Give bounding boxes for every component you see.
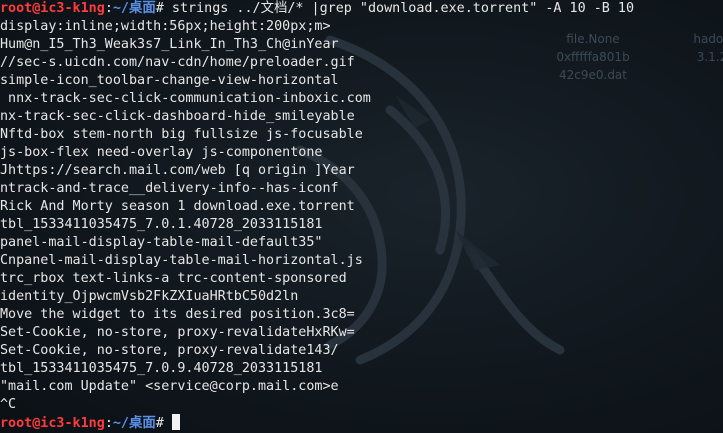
output-line: Rick And Morty season 1 download.exe.tor… [0, 199, 355, 214]
output-line: ^C [0, 397, 17, 412]
prompt-symbol: # [155, 1, 172, 16]
output-line: ntrack-and-trace__delivery-info--has-ico… [0, 181, 339, 196]
command-text: strings ../文档/* |grep "download.exe.torr… [171, 1, 635, 16]
terminal-window[interactable]: file.None 0xfffffa801b 42c9e0.dat hadoo … [0, 0, 723, 433]
output-line: display:inline;width:56px;height:200px;m… [0, 19, 331, 34]
prompt-user-host: root@ic3-k1ng [0, 1, 105, 16]
output-line: panel-mail-display-table-mail-default35" [0, 235, 323, 250]
output-line: Cnpanel-mail-display-table-mail-horizont… [0, 253, 363, 268]
output-line: js-box-flex need-overlay js-componentone [0, 145, 323, 160]
output-line: simple-icon_toolbar-change-view-horizont… [0, 73, 339, 88]
output-line: nnx-track-sec-click-communication-inboxi… [0, 91, 371, 106]
output-line: Move the widget to its desired position.… [0, 307, 355, 322]
prompt-separator: : [104, 1, 113, 16]
output-line: nx-track-sec-click-dashboard-hide_smiley… [0, 109, 355, 124]
output-line: tbl_1533411035475_7.0.1.40728_2033115181 [0, 217, 323, 232]
output-line: Set-Cookie, no-store, proxy-revalidate14… [0, 343, 339, 358]
output-line: Jhttps://search.mail.com/web [q origin ]… [0, 163, 355, 178]
output-line: trc_rbox text-links-a trc-content-sponso… [0, 271, 347, 286]
active-prompt-line[interactable]: root@ic3-k1ng:~/桌面# [0, 414, 723, 432]
prompt-user-host: root@ic3-k1ng [0, 416, 105, 431]
text-cursor[interactable] [171, 414, 180, 430]
prompt-symbol: # [155, 416, 172, 431]
output-line: tbl_1533411035475_7.0.9.40728_2033115181 [0, 361, 323, 376]
prompt-path: ~/桌面 [112, 416, 156, 431]
prompt-path: ~/桌面 [112, 1, 156, 16]
output-line: identity_OjpwcmVsb2FkZXIuaHRtbC50d2ln [0, 289, 299, 304]
terminal-output[interactable]: root@ic3-k1ng:~/桌面# strings ../文档/* |gre… [0, 0, 723, 432]
command-line: root@ic3-k1ng:~/桌面# strings ../文档/* |gre… [0, 0, 723, 18]
output-line: Hum@n_I5_Th3_Weak3s7_Link_In_Th3_Ch@inYe… [0, 37, 339, 52]
output-line: Nftd-box stem-north big fullsize js-focu… [0, 127, 363, 142]
output-line: Set-Cookie, no-store, proxy-revalidateHx… [0, 325, 355, 340]
output-line: //sec-s.uicdn.com/nav-cdn/home/preloader… [0, 55, 355, 70]
output-line: "mail.com Update" <service@corp.mail.com… [0, 379, 339, 394]
prompt-separator: : [104, 416, 113, 431]
